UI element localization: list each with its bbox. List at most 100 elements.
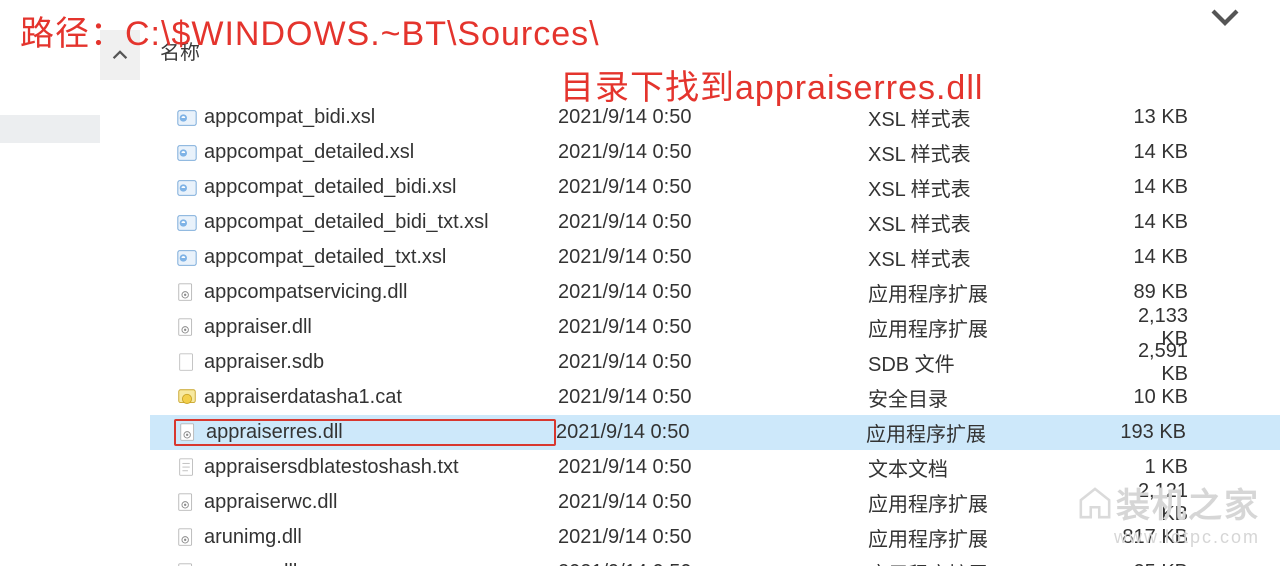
file-size-cell: 14 KB <box>1108 176 1248 199</box>
file-row[interactable]: appcompat_detailed_bidi_txt.xsl 2021/9/14… <box>150 205 1280 240</box>
file-date-cell: 2021/9/14 0:50 <box>558 386 868 409</box>
file-row[interactable]: arunres.dll 2021/9/14 0:50应用程序扩展25 KB <box>150 555 1280 566</box>
file-size-cell: 13 KB <box>1108 106 1248 129</box>
file-name-cell: appcompat_detailed_bidi_txt.xsl <box>176 211 558 234</box>
file-name-label: appcompatservicing.dll <box>204 281 407 304</box>
file-size-cell: 2,121 KB <box>1108 480 1248 526</box>
file-name-label: appraisersdblatestoshash.txt <box>204 456 459 479</box>
file-size-cell: 25 KB <box>1108 561 1248 566</box>
file-row[interactable]: arunimg.dll 2021/9/14 0:50应用程序扩展817 KB <box>150 520 1280 555</box>
file-name-cell: appraiser.sdb <box>176 351 558 374</box>
file-date-cell: 2021/9/14 0:50 <box>556 421 866 444</box>
file-name-label: appraiser.dll <box>204 316 312 339</box>
file-list: appcompat_bidi.xsl2021/9/14 0:50XSL 样式表1… <box>150 100 1280 566</box>
file-date-cell: 2021/9/14 0:50 <box>558 456 868 479</box>
file-row[interactable]: appcompat_detailed_bidi.xsl 2021/9/14 0:5… <box>150 170 1280 205</box>
dll-icon <box>178 422 200 444</box>
file-type-cell: XSL 样式表 <box>868 243 1108 272</box>
file-row[interactable]: appraiser.sdb2021/9/14 0:50SDB 文件2,591 K… <box>150 345 1280 380</box>
security-catalog-icon <box>176 387 198 409</box>
breadcrumb-dropdown[interactable] <box>1210 2 1240 32</box>
file-row[interactable]: appraiserres.dll 2021/9/14 0:50应用程序扩展193 … <box>150 415 1280 450</box>
file-name-cell: appcompat_detailed_bidi.xsl <box>176 176 558 199</box>
file-date-cell: 2021/9/14 0:50 <box>558 246 868 269</box>
file-row[interactable]: appcompat_bidi.xsl 2021/9/14 0:50XSL 样式表1… <box>150 100 1280 135</box>
file-size-cell: 817 KB <box>1108 526 1248 549</box>
file-type-cell: 应用程序扩展 <box>868 523 1108 552</box>
file-date-cell: 2021/9/14 0:50 <box>558 141 868 164</box>
file-size-cell: 14 KB <box>1108 141 1248 164</box>
file-name-cell: arunimg.dll <box>176 526 558 549</box>
file-date-cell: 2021/9/14 0:50 <box>558 561 868 566</box>
file-date-cell: 2021/9/14 0:50 <box>558 526 868 549</box>
xsl-icon <box>176 247 198 269</box>
file-type-cell: 文本文档 <box>868 453 1108 482</box>
file-name-label: appcompat_detailed_bidi_txt.xsl <box>204 211 489 234</box>
file-name-cell: appcompat_bidi.xsl <box>176 106 558 129</box>
file-name-label: appraiserdatasha1.cat <box>204 386 402 409</box>
dll-icon <box>176 527 198 549</box>
file-size-cell: 10 KB <box>1108 386 1248 409</box>
file-name-cell: appraisersdblatestoshash.txt <box>176 456 558 479</box>
file-icon <box>176 352 198 374</box>
file-name-label: appcompat_detailed_bidi.xsl <box>204 176 456 199</box>
column-header-name[interactable]: 名称 <box>150 36 555 65</box>
file-size-cell: 2,591 KB <box>1108 340 1248 386</box>
file-type-cell: 应用程序扩展 <box>866 418 1106 447</box>
dll-icon <box>176 317 198 339</box>
column-header-row: 名称 <box>150 30 1280 70</box>
file-name-label: appraiser.sdb <box>204 351 324 374</box>
dll-icon <box>176 562 198 566</box>
file-name-cell: appraiserres.dll <box>174 419 556 446</box>
file-size-cell: 193 KB <box>1106 421 1246 444</box>
xsl-icon <box>176 107 198 129</box>
nav-pane-stub <box>0 115 100 143</box>
file-date-cell: 2021/9/14 0:50 <box>558 316 868 339</box>
file-type-cell: XSL 样式表 <box>868 103 1108 132</box>
file-type-cell: XSL 样式表 <box>868 138 1108 167</box>
file-name-label: arunimg.dll <box>204 526 302 549</box>
xsl-icon <box>176 142 198 164</box>
file-name-cell: appcompat_detailed_txt.xsl <box>176 246 558 269</box>
file-date-cell: 2021/9/14 0:50 <box>558 281 868 304</box>
file-type-cell: XSL 样式表 <box>868 173 1108 202</box>
file-date-cell: 2021/9/14 0:50 <box>558 176 868 199</box>
file-date-cell: 2021/9/14 0:50 <box>558 211 868 234</box>
file-name-cell: appcompatservicing.dll <box>176 281 558 304</box>
file-type-cell: 应用程序扩展 <box>868 313 1108 342</box>
chevron-up-icon <box>112 47 128 63</box>
file-row[interactable]: appcompat_detailed.xsl 2021/9/14 0:50XSL … <box>150 135 1280 170</box>
file-name-label: appraiserwc.dll <box>204 491 337 514</box>
file-size-cell: 89 KB <box>1108 281 1248 304</box>
dll-icon <box>176 492 198 514</box>
file-type-cell: XSL 样式表 <box>868 208 1108 237</box>
text-file-icon <box>176 457 198 479</box>
file-name-cell: appraiser.dll <box>176 316 558 339</box>
file-row[interactable]: appraiserdatasha1.cat 2021/9/14 0:50安全目录1… <box>150 380 1280 415</box>
file-name-cell: appraiserdatasha1.cat <box>176 386 558 409</box>
file-name-label: appcompat_bidi.xsl <box>204 106 375 129</box>
file-name-label: arunres.dll <box>204 561 297 566</box>
file-row[interactable]: appraiserwc.dll2021/9/14 0:50应用程序扩展2,121… <box>150 485 1280 520</box>
file-type-cell: 应用程序扩展 <box>868 278 1108 307</box>
xsl-icon <box>176 212 198 234</box>
file-row[interactable]: appcompat_detailed_txt.xsl 2021/9/14 0:50… <box>150 240 1280 275</box>
chevron-down-icon <box>1210 2 1240 32</box>
file-size-cell: 14 KB <box>1108 246 1248 269</box>
scroll-up-button[interactable] <box>100 30 140 80</box>
file-name-cell: appcompat_detailed.xsl <box>176 141 558 164</box>
file-type-cell: 应用程序扩展 <box>868 488 1108 517</box>
file-type-cell: 安全目录 <box>868 383 1108 412</box>
file-name-cell: appraiserwc.dll <box>176 491 558 514</box>
xsl-icon <box>176 177 198 199</box>
file-name-label: appraiserres.dll <box>206 421 343 444</box>
file-name-label: appcompat_detailed_txt.xsl <box>204 246 446 269</box>
file-size-cell: 14 KB <box>1108 211 1248 234</box>
file-name-cell: arunres.dll <box>176 561 558 566</box>
file-date-cell: 2021/9/14 0:50 <box>558 106 868 129</box>
file-name-label: appcompat_detailed.xsl <box>204 141 414 164</box>
file-type-cell: SDB 文件 <box>868 348 1108 377</box>
dll-icon <box>176 282 198 304</box>
file-type-cell: 应用程序扩展 <box>868 558 1108 566</box>
file-size-cell: 1 KB <box>1108 456 1248 479</box>
